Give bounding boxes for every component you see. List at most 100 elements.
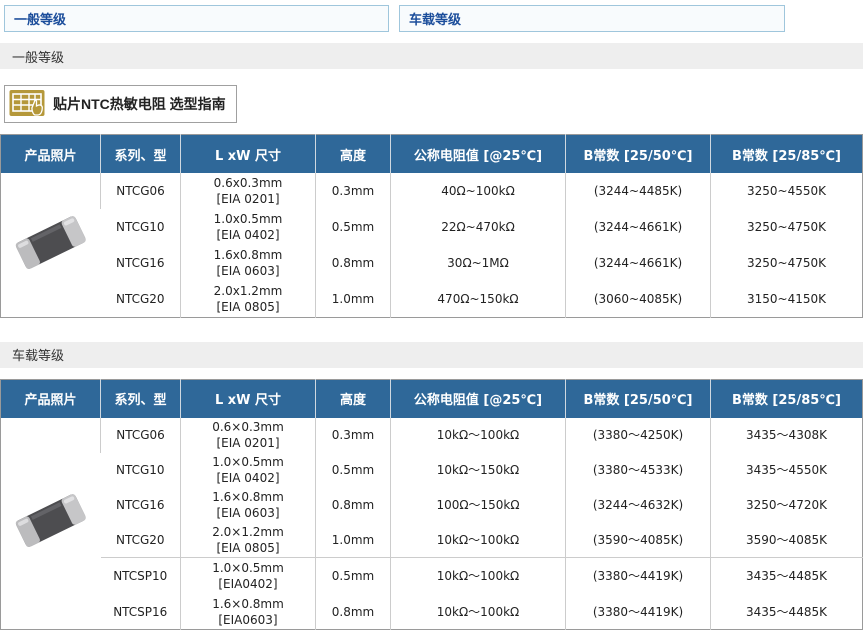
col-header-b-25-85: B常数 [25/85℃] [711, 135, 863, 174]
cell-size: 1.0×0.5mm[EIA 0402] [181, 453, 316, 488]
cell-height: 0.8mm [316, 595, 391, 630]
col-header-product-photo: 产品照片 [1, 379, 101, 418]
cell-height: 0.8mm [316, 245, 391, 281]
cell-resistance: 22Ω~470kΩ [391, 209, 566, 245]
tab-general-grade-label: 一般等级 [14, 9, 66, 28]
table-header-row: 产品照片 系列、型 L xW 尺寸 高度 公称电阻值 [@25℃] B常数 [2… [1, 379, 863, 418]
table-row: NTCSP10 1.0×0.5mm[EIA0402] 0.5mm 10kΩ～10… [1, 558, 863, 595]
table-row: NTCG20 2.0x1.2mm[EIA 0805] 1.0mm 470Ω~15… [1, 281, 863, 317]
section-bar-general: 一般等级 [0, 43, 863, 69]
cell-size-lw: 0.6×0.3mm [183, 419, 313, 435]
table-row: NTCSP16 1.6×0.8mm[EIA0603] 0.8mm 10kΩ～10… [1, 595, 863, 630]
cell-b-25-85: 3590～4085K [711, 523, 863, 558]
tab-automotive-grade-label: 车载等级 [409, 9, 461, 28]
cell-b-25-85: 3435～4550K [711, 453, 863, 488]
table-row: NTCG10 1.0x0.5mm[EIA 0402] 0.5mm 22Ω~470… [1, 209, 863, 245]
cell-resistance: 10kΩ～100kΩ [391, 558, 566, 595]
table-row: NTCG10 1.0×0.5mm[EIA 0402] 0.5mm 10kΩ～15… [1, 453, 863, 488]
cell-series: NTCG10 [101, 453, 181, 488]
table-row: NTCG06 0.6x0.3mm[EIA 0201] 0.3mm 40Ω~100… [1, 173, 863, 209]
table-row: NTCG06 0.6×0.3mm[EIA 0201] 0.3mm 10kΩ～10… [1, 418, 863, 453]
cell-size-lw: 1.6x0.8mm [183, 247, 313, 263]
cell-b-25-50: (3380～4419K) [566, 595, 711, 630]
table-row: NTCG20 2.0×1.2mm[EIA 0805] 1.0mm 10kΩ～10… [1, 523, 863, 558]
col-header-b-25-50: B常数 [25/50℃] [566, 135, 711, 174]
cell-b-25-85: 3150~4150K [711, 281, 863, 317]
cell-series: NTCG16 [101, 488, 181, 523]
cell-resistance: 40Ω~100kΩ [391, 173, 566, 209]
cell-size-eia: [EIA 0201] [183, 191, 313, 207]
section-bar-general-label: 一般等级 [12, 47, 64, 66]
cell-height: 0.5mm [316, 558, 391, 595]
cell-b-25-50: (3380～4419K) [566, 558, 711, 595]
selection-guide-button-label: 贴片NTC热敏电阻 选型指南 [53, 94, 226, 114]
cell-size-eia: [EIA 0805] [183, 299, 313, 315]
cell-height: 0.8mm [316, 488, 391, 523]
chip-thermistor-photo [1, 418, 101, 630]
cell-b-25-50: (3380～4533K) [566, 453, 711, 488]
col-header-product-photo: 产品照片 [1, 135, 101, 174]
cell-size-lw: 0.6x0.3mm [183, 175, 313, 191]
cell-series: NTCG06 [101, 418, 181, 453]
cell-size-eia: [EIA 0805] [183, 540, 313, 556]
section-bar-automotive-label: 车载等级 [12, 345, 64, 364]
col-header-b-25-50: B常数 [25/50℃] [566, 379, 711, 418]
col-header-size: L xW 尺寸 [181, 379, 316, 418]
cell-size-eia: [EIA 0402] [183, 227, 313, 243]
cell-series: NTCG06 [101, 173, 181, 209]
cell-b-25-50: (3244~4661K) [566, 209, 711, 245]
cell-b-25-50: (3244~4661K) [566, 245, 711, 281]
cell-size-lw: 1.6×0.8mm [183, 596, 313, 612]
cell-size-lw: 1.0×0.5mm [183, 560, 313, 576]
cell-resistance: 10kΩ～100kΩ [391, 595, 566, 630]
cell-size-lw: 1.0×0.5mm [183, 454, 313, 470]
cell-series: NTCSP10 [101, 558, 181, 595]
cell-b-25-85: 3250~4550K [711, 173, 863, 209]
col-header-b-25-85: B常数 [25/85℃] [711, 379, 863, 418]
cell-series: NTCG10 [101, 209, 181, 245]
col-header-resistance: 公称电阻值 [@25℃] [391, 379, 566, 418]
cell-size: 1.0×0.5mm[EIA0402] [181, 558, 316, 595]
cell-b-25-85: 3435～4485K [711, 595, 863, 630]
cell-height: 1.0mm [316, 523, 391, 558]
cell-size: 1.0x0.5mm[EIA 0402] [181, 209, 316, 245]
cell-size-eia: [EIA 0402] [183, 470, 313, 486]
table-header-row: 产品照片 系列、型 L xW 尺寸 高度 公称电阻值 [@25℃] B常数 [2… [1, 135, 863, 174]
cell-size: 0.6x0.3mm[EIA 0201] [181, 173, 316, 209]
col-header-resistance: 公称电阻值 [@25℃] [391, 135, 566, 174]
cell-b-25-85: 3250~4750K [711, 245, 863, 281]
cell-size-lw: 1.6×0.8mm [183, 489, 313, 505]
cell-series: NTCG20 [101, 281, 181, 317]
cell-size-eia: [EIA0402] [183, 576, 313, 592]
cell-size-eia: [EIA 0201] [183, 435, 313, 451]
cell-size-lw: 2.0x1.2mm [183, 283, 313, 299]
cell-height: 0.3mm [316, 173, 391, 209]
cell-size: 1.6×0.8mm[EIA0603] [181, 595, 316, 630]
col-header-height: 高度 [316, 135, 391, 174]
table-hand-icon [9, 89, 45, 120]
cell-size: 0.6×0.3mm[EIA 0201] [181, 418, 316, 453]
cell-height: 0.5mm [316, 209, 391, 245]
general-grade-table: 产品照片 系列、型 L xW 尺寸 高度 公称电阻值 [@25℃] B常数 [2… [0, 134, 863, 318]
automotive-grade-table: 产品照片 系列、型 L xW 尺寸 高度 公称电阻值 [@25℃] B常数 [2… [0, 379, 863, 631]
cell-resistance: 100Ω～150kΩ [391, 488, 566, 523]
cell-size: 1.6x0.8mm[EIA 0603] [181, 245, 316, 281]
cell-size-eia: [EIA0603] [183, 612, 313, 628]
tab-general-grade[interactable]: 一般等级 [4, 5, 389, 32]
cell-size-eia: [EIA 0603] [183, 263, 313, 279]
section-bar-automotive: 车载等级 [0, 342, 863, 368]
col-header-height: 高度 [316, 379, 391, 418]
cell-resistance: 10kΩ～100kΩ [391, 418, 566, 453]
cell-b-25-50: (3380～4250K) [566, 418, 711, 453]
cell-resistance: 30Ω~1MΩ [391, 245, 566, 281]
cell-size-eia: [EIA 0603] [183, 505, 313, 521]
cell-height: 0.5mm [316, 453, 391, 488]
tab-automotive-grade[interactable]: 车载等级 [399, 5, 785, 32]
cell-size: 2.0x1.2mm[EIA 0805] [181, 281, 316, 317]
cell-size: 2.0×1.2mm[EIA 0805] [181, 523, 316, 558]
cell-size-lw: 1.0x0.5mm [183, 211, 313, 227]
cell-b-25-85: 3250～4720K [711, 488, 863, 523]
cell-size: 1.6×0.8mm[EIA 0603] [181, 488, 316, 523]
selection-guide-button[interactable]: 贴片NTC热敏电阻 选型指南 [4, 85, 237, 123]
cell-resistance: 10kΩ～150kΩ [391, 453, 566, 488]
